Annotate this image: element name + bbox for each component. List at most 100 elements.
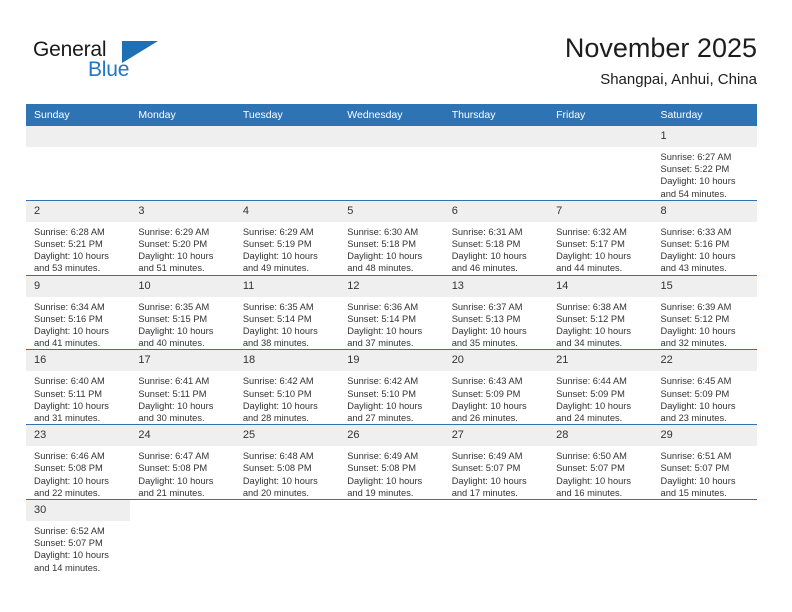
day-cell-21[interactable]: 21 Sunrise: 6:44 AM Sunset: 5:09 PM Dayligh… [548,349,653,425]
day-sunset-text: Sunset: 5:12 PM [556,313,625,324]
day-number: 4 [234,200,340,222]
day-sun-info: Sunrise: 6:29 AM Sunset: 5:19 PM Daylight:… [235,222,339,275]
weekday-header-monday: Monday [130,104,235,126]
day-daylight-1-text: Daylight: 10 hours [138,326,214,337]
day-sun-info: Sunrise: 6:47 AM Sunset: 5:08 PM Daylight:… [130,446,234,499]
day-number: 12 [339,275,444,297]
generalblue-logo[interactable]: General Blue [33,38,163,86]
day-cell-25[interactable]: 25 Sunrise: 6:48 AM Sunset: 5:08 PM Dayligh… [234,424,340,500]
day-sunset-text: Sunset: 5:19 PM [242,239,312,250]
day-daylight-2-text: and 23 minutes. [660,413,727,424]
calendar-table: Sunday Monday Tuesday Wednesday Thursday Frid… [26,104,757,574]
day-daylight-2-text: and 32 minutes. [660,338,727,349]
day-sunset-text: Sunset: 5:20 PM [138,239,208,250]
day-number [130,126,235,147]
day-cell-20[interactable]: 20 Sunrise: 6:43 AM Sunset: 5:09 PM Dayligh… [443,349,549,425]
day-cell-11[interactable]: 11 Sunrise: 6:35 AM Sunset: 5:14 PM Dayligh… [234,274,340,350]
day-number [444,500,548,521]
day-number: 6 [443,200,549,222]
day-cell-30[interactable]: 30 Sunrise: 6:52 AM Sunset: 5:07 PM Dayligh… [26,499,131,574]
day-daylight-1-text: Daylight: 10 hours [451,326,527,337]
day-cell-16[interactable]: 16 Sunrise: 6:40 AM Sunset: 5:11 PM Dayligh… [26,349,131,425]
day-daylight-1-text: Daylight: 10 hours [660,475,736,486]
day-daylight-2-text: and 17 minutes. [451,487,518,498]
day-number: 15 [652,275,757,297]
day-cell-6[interactable]: 6 Sunrise: 6:31 AM Sunset: 5:18 PM Daylight… [443,199,549,276]
day-cell-19[interactable]: 19 Sunrise: 6:42 AM Sunset: 5:10 PM Dayligh… [339,349,444,425]
day-sunset-text: Sunset: 5:08 PM [242,463,312,474]
day-number [235,500,339,521]
day-sunrise-text: Sunrise: 6:42 AM [242,376,314,387]
day-daylight-1-text: Daylight: 10 hours [660,400,736,411]
day-sunrise-text: Sunrise: 6:52 AM [34,526,105,537]
day-daylight-2-text: and 15 minutes. [660,487,727,498]
day-number: 5 [339,200,444,222]
day-cell-27[interactable]: 27 Sunrise: 6:49 AM Sunset: 5:07 PM Dayligh… [443,424,549,500]
day-number [234,126,340,147]
day-cell-4[interactable]: 4 Sunrise: 6:29 AM Sunset: 5:19 PM Daylight… [234,199,340,276]
day-sunset-text: Sunset: 5:22 PM [660,164,730,175]
day-daylight-1-text: Daylight: 10 hours [242,326,318,337]
day-cell-12[interactable]: 12 Sunrise: 6:36 AM Sunset: 5:14 PM Dayligh… [339,274,444,350]
day-daylight-1-text: Daylight: 10 hours [451,475,527,486]
day-cell-2[interactable]: 2 Sunrise: 6:28 AM Sunset: 5:21 PM Daylight… [26,199,131,276]
day-sunrise-text: Sunrise: 6:35 AM [138,301,210,312]
day-sunset-text: Sunset: 5:07 PM [660,463,730,474]
day-cell-5[interactable]: 5 Sunrise: 6:30 AM Sunset: 5:18 PM Daylight… [339,199,444,276]
day-sun-info: Sunrise: 6:40 AM Sunset: 5:11 PM Daylight:… [26,371,130,424]
day-cell-24[interactable]: 24 Sunrise: 6:47 AM Sunset: 5:08 PM Dayligh… [130,424,235,500]
day-sunrise-text: Sunrise: 6:41 AM [138,376,210,387]
day-daylight-2-text: and 22 minutes. [34,487,101,498]
day-sun-info: Sunrise: 6:32 AM Sunset: 5:17 PM Daylight:… [548,222,652,275]
day-daylight-2-text: and 44 minutes. [556,263,623,274]
day-sun-info: Sunrise: 6:51 AM Sunset: 5:07 PM Daylight:… [653,446,757,499]
day-cell-13[interactable]: 13 Sunrise: 6:37 AM Sunset: 5:13 PM Dayligh… [443,274,549,350]
day-sun-info: Sunrise: 6:52 AM Sunset: 5:07 PM Daylight:… [26,521,130,574]
day-cell-9[interactable]: 9 Sunrise: 6:34 AM Sunset: 5:16 PM Daylight… [26,274,131,350]
day-sunset-text: Sunset: 5:18 PM [347,239,416,250]
calendar-body: 1 Sunrise: 6:27 AM Sunset: 5:22 PM Daylight… [26,126,757,574]
day-daylight-1-text: Daylight: 10 hours [34,326,109,337]
day-cell-23[interactable]: 23 Sunrise: 6:46 AM Sunset: 5:08 PM Dayligh… [26,424,131,500]
day-sunrise-text: Sunrise: 6:50 AM [556,451,627,462]
day-sunset-text: Sunset: 5:08 PM [138,463,208,474]
day-sunrise-text: Sunrise: 6:49 AM [347,451,419,462]
day-cell-8[interactable]: 8 Sunrise: 6:33 AM Sunset: 5:16 PM Daylight… [652,199,757,276]
day-cell-28[interactable]: 28 Sunrise: 6:50 AM Sunset: 5:07 PM Dayligh… [548,424,653,500]
day-cell-1[interactable]: 1 Sunrise: 6:27 AM Sunset: 5:22 PM Daylight… [652,126,757,201]
day-cell-empty [130,499,235,574]
day-sunset-text: Sunset: 5:08 PM [34,463,103,474]
day-cell-26[interactable]: 26 Sunrise: 6:49 AM Sunset: 5:08 PM Dayligh… [339,424,444,500]
day-sun-info: Sunrise: 6:39 AM Sunset: 5:12 PM Daylight:… [653,297,757,350]
day-daylight-1-text: Daylight: 10 hours [660,251,736,262]
page-header: General Blue November 2025 Shangpai, Anh… [0,0,792,100]
day-sunset-text: Sunset: 5:12 PM [660,313,730,324]
day-cell-empty [339,126,444,201]
day-daylight-1-text: Daylight: 10 hours [242,475,318,486]
day-daylight-2-text: and 21 minutes. [138,487,205,498]
day-daylight-2-text: and 37 minutes. [347,338,414,349]
day-sun-info: Sunrise: 6:36 AM Sunset: 5:14 PM Daylight:… [339,297,443,350]
day-cell-22[interactable]: 22 Sunrise: 6:45 AM Sunset: 5:09 PM Dayligh… [652,349,757,425]
day-cell-17[interactable]: 17 Sunrise: 6:41 AM Sunset: 5:11 PM Dayligh… [130,349,235,425]
day-number [548,126,653,147]
day-cell-empty [234,126,340,201]
day-sun-info: Sunrise: 6:42 AM Sunset: 5:10 PM Daylight:… [235,371,339,424]
day-cell-15[interactable]: 15 Sunrise: 6:39 AM Sunset: 5:12 PM Dayligh… [652,274,757,350]
day-cell-7[interactable]: 7 Sunrise: 6:32 AM Sunset: 5:17 PM Daylight… [548,199,653,276]
day-daylight-1-text: Daylight: 10 hours [138,400,214,411]
day-sun-info: Sunrise: 6:50 AM Sunset: 5:07 PM Daylight:… [548,446,652,499]
day-sunset-text: Sunset: 5:09 PM [556,388,625,399]
day-cell-10[interactable]: 10 Sunrise: 6:35 AM Sunset: 5:15 PM Dayligh… [130,274,235,350]
day-cell-14[interactable]: 14 Sunrise: 6:38 AM Sunset: 5:12 PM Dayligh… [548,274,653,350]
day-cell-3[interactable]: 3 Sunrise: 6:29 AM Sunset: 5:20 PM Daylight… [130,199,235,276]
day-cell-29[interactable]: 29 Sunrise: 6:51 AM Sunset: 5:07 PM Dayligh… [652,424,757,500]
day-cell-18[interactable]: 18 Sunrise: 6:42 AM Sunset: 5:10 PM Dayligh… [234,349,340,425]
day-number: 30 [26,500,131,522]
day-cell-empty [234,499,340,574]
day-sun-info: Sunrise: 6:38 AM Sunset: 5:12 PM Daylight:… [548,297,652,350]
day-daylight-1-text: Daylight: 10 hours [451,251,527,262]
day-sunrise-text: Sunrise: 6:39 AM [660,301,732,312]
day-number: 7 [548,200,653,222]
day-daylight-2-text: and 26 minutes. [451,413,518,424]
